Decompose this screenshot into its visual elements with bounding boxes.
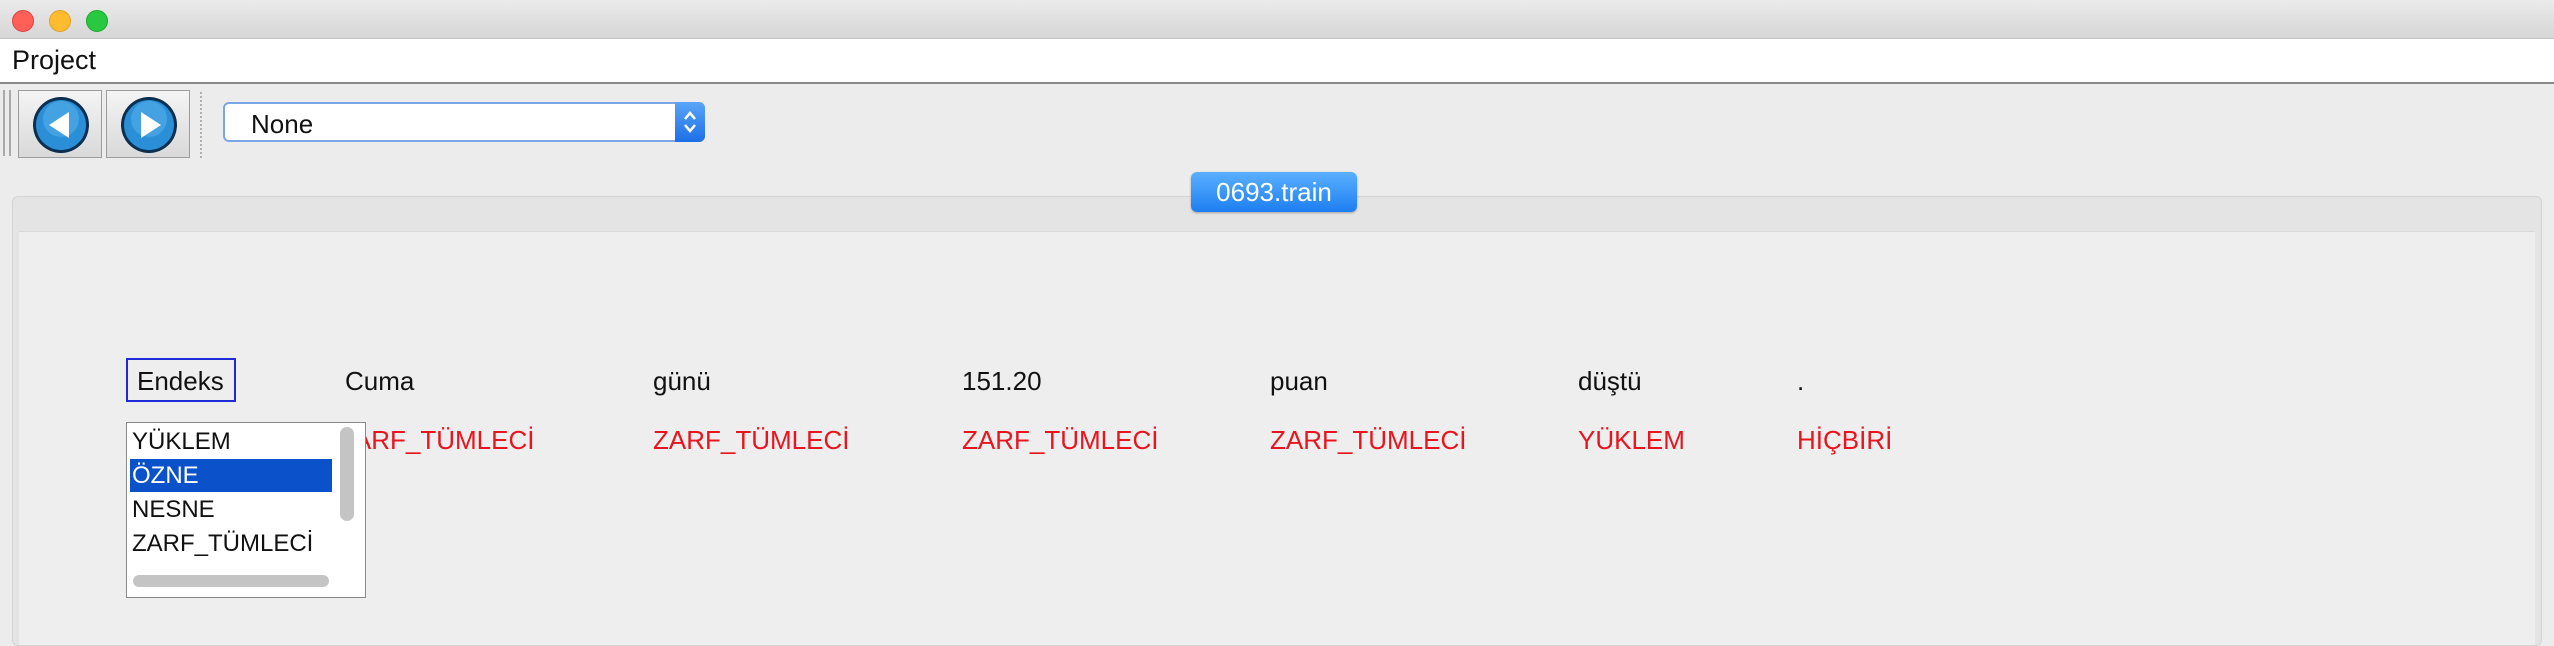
- right-arrow-circle-icon: [121, 97, 177, 153]
- word-cell[interactable]: düştü: [1578, 366, 1642, 397]
- toolbar: None: [0, 84, 2554, 162]
- tag-label[interactable]: ZARF_TÜMLECİ: [653, 425, 849, 456]
- selection-combobox[interactable]: None: [223, 102, 705, 142]
- tag-label[interactable]: HİÇBİRİ: [1797, 425, 1892, 456]
- word-cell[interactable]: puan: [1270, 366, 1328, 397]
- toolbar-grip[interactable]: [3, 90, 5, 156]
- list-item[interactable]: ZARF_TÜMLECİ: [130, 527, 332, 560]
- tag-label[interactable]: ZARF_TÜMLECİ: [338, 425, 534, 456]
- combobox-value: None: [251, 109, 314, 139]
- close-window-button[interactable]: [12, 10, 34, 32]
- tag-listbox[interactable]: YÜKLEM ÖZNE NESNE ZARF_TÜMLECİ: [126, 422, 366, 598]
- tab-panel: [12, 196, 2542, 646]
- list-item-selected[interactable]: ÖZNE: [130, 459, 332, 492]
- menu-bar: Project: [0, 39, 2554, 84]
- combobox-arrow[interactable]: [675, 102, 705, 142]
- word-cell[interactable]: 151.20: [962, 366, 1042, 397]
- left-arrow-circle-icon: [33, 97, 89, 153]
- word-cell[interactable]: .: [1797, 366, 1804, 397]
- list-item[interactable]: NESNE: [130, 493, 332, 526]
- chevron-up-down-icon: [684, 111, 696, 133]
- tag-label[interactable]: ZARF_TÜMLECİ: [962, 425, 1158, 456]
- tab-file[interactable]: 0693.train: [1191, 172, 1357, 212]
- vertical-scrollbar[interactable]: [340, 427, 354, 521]
- menu-project[interactable]: Project: [12, 45, 96, 76]
- back-button[interactable]: [18, 90, 102, 158]
- word-cell-selected[interactable]: Endeks: [126, 358, 236, 402]
- zoom-window-button[interactable]: [86, 10, 108, 32]
- horizontal-scrollbar[interactable]: [133, 575, 329, 587]
- tag-label[interactable]: ZARF_TÜMLECİ: [1270, 425, 1466, 456]
- toolbar-grip[interactable]: [9, 90, 11, 156]
- list-item[interactable]: YÜKLEM: [130, 425, 332, 458]
- word-cell[interactable]: günü: [653, 366, 711, 397]
- forward-button[interactable]: [106, 90, 190, 158]
- window-title-bar: [0, 0, 2554, 39]
- tag-label[interactable]: YÜKLEM: [1578, 425, 1685, 456]
- minimize-window-button[interactable]: [49, 10, 71, 32]
- word-cell[interactable]: Cuma: [345, 366, 414, 397]
- toolbar-separator: [200, 92, 202, 158]
